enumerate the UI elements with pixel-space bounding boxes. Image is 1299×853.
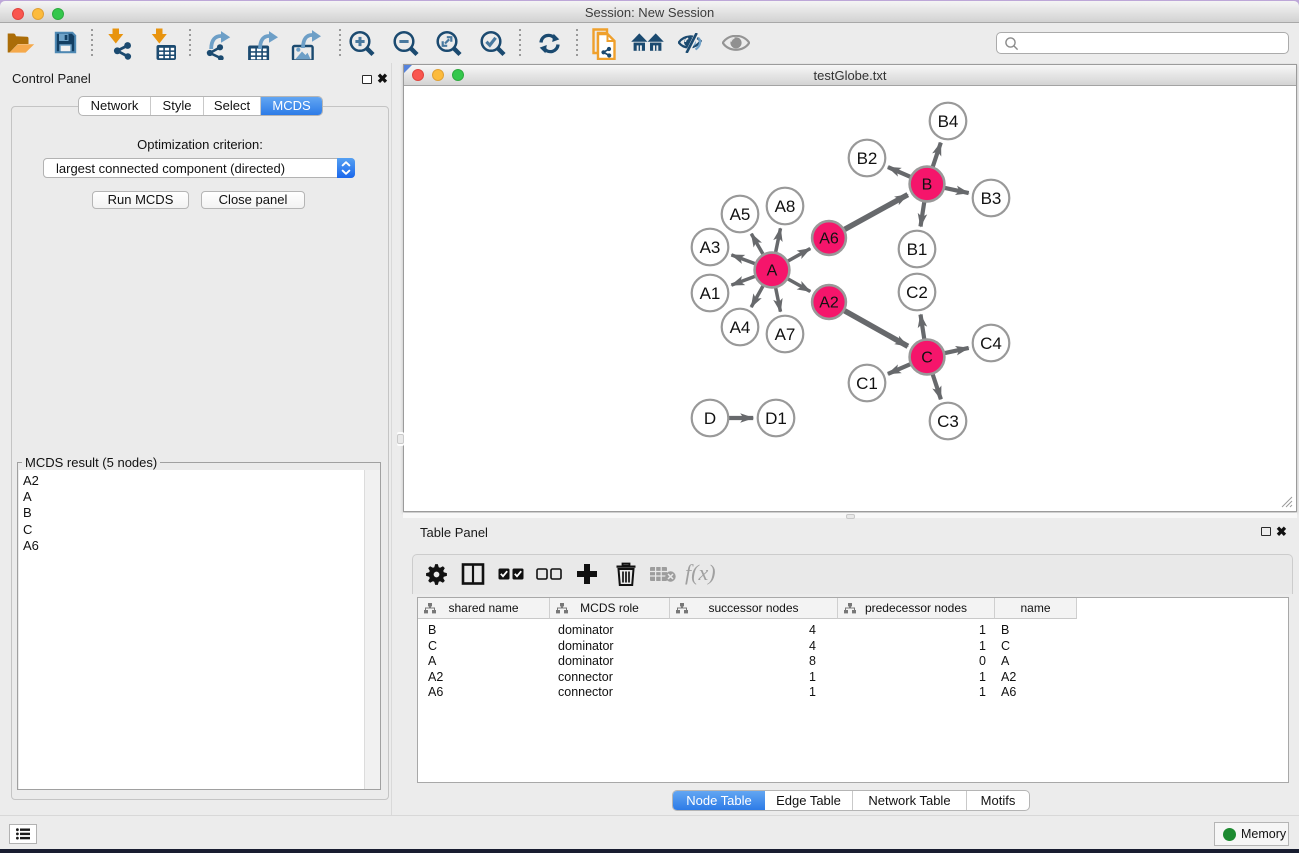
svg-text:B1: B1: [907, 240, 928, 259]
svg-text:B2: B2: [857, 149, 878, 168]
svg-text:C3: C3: [937, 412, 959, 431]
svg-text:C1: C1: [856, 374, 878, 393]
svg-text:A5: A5: [730, 205, 751, 224]
svg-text:A: A: [767, 263, 778, 280]
svg-text:B4: B4: [938, 112, 959, 131]
svg-text:B: B: [922, 177, 933, 194]
svg-text:C2: C2: [906, 283, 928, 302]
svg-text:D: D: [704, 409, 716, 428]
svg-text:C4: C4: [980, 334, 1002, 353]
svg-text:D1: D1: [765, 409, 787, 428]
svg-text:A4: A4: [730, 318, 751, 337]
svg-text:C: C: [921, 350, 933, 367]
svg-text:A7: A7: [775, 325, 796, 344]
svg-text:A1: A1: [700, 284, 721, 303]
svg-text:A2: A2: [819, 295, 839, 312]
svg-text:B3: B3: [981, 189, 1002, 208]
svg-text:A3: A3: [700, 238, 721, 257]
svg-text:A8: A8: [775, 197, 796, 216]
svg-text:A6: A6: [819, 231, 839, 248]
